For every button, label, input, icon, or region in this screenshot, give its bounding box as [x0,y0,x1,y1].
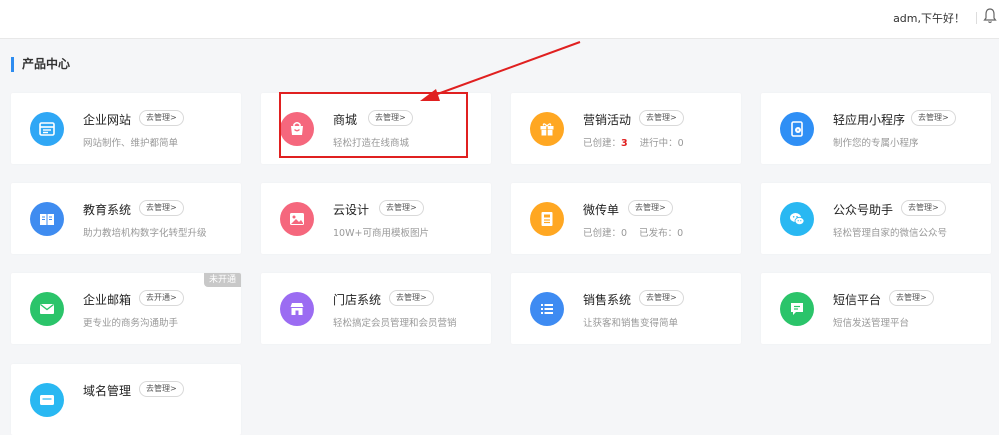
annotation-arrow-shaft [431,41,581,97]
manage-button[interactable]: 去管理> [139,200,184,216]
card-description: 更专业的商务沟通助手 [83,318,179,329]
top-bar: adm,下午好！ [0,0,999,39]
card-title: 轻应用小程序 [833,113,906,127]
not-activated-badge: 未开通 [203,273,241,287]
card-description: 助力教培机构数字化转型升级 [83,228,207,239]
created-count: 0 [621,228,628,239]
domain-icon [30,383,64,417]
card-title: 域名管理 [83,384,132,398]
manage-button[interactable]: 去管理> [911,110,956,126]
product-card-sms-platform[interactable]: 短信平台 去管理> 短信发送管理平台 [761,273,991,344]
card-description: 10W+可商用模板图片 [333,228,429,239]
manage-button[interactable]: 去管理> [639,290,684,306]
manage-button[interactable]: 去管理> [901,200,946,216]
website-icon [30,112,64,146]
card-title: 云设计 [333,203,370,217]
product-card-enterprise-mail[interactable]: 未开通 企业邮箱 去开通> 更专业的商务沟通助手 [11,273,241,344]
activate-button[interactable]: 去开通> [139,290,184,306]
section-title: 产品中心 [11,57,70,72]
in-progress-label: 进行中： [639,138,678,149]
manage-button[interactable]: 去管理> [139,110,184,126]
manage-button[interactable]: 去管理> [379,200,424,216]
product-card-flyer[interactable]: 微传单 去管理> 已创建：0 已发布：0 [511,183,741,254]
activity-stats: 已创建：3 进行中：0 [583,135,684,149]
card-title: 微传单 [583,203,620,217]
card-description: 短信发送管理平台 [833,318,910,329]
flyer-stats: 已创建：0 已发布：0 [583,225,683,239]
shopping-bag-icon [280,112,314,146]
product-card-mini-program[interactable]: 轻应用小程序 去管理> 制作您的专属小程序 [761,93,991,164]
product-card-cloud-design[interactable]: 云设计 去管理> 10W+可商用模板图片 [261,183,491,254]
mini-program-icon [780,112,814,146]
card-title: 教育系统 [83,203,132,217]
manage-button[interactable]: 去管理> [889,290,934,306]
wechat-icon [780,202,814,236]
bell-icon[interactable] [983,8,997,24]
message-icon [780,292,814,326]
user-greeting[interactable]: adm,下午好！ [893,10,965,26]
card-description: 网站制作、维护都简单 [83,138,179,149]
published-label: 已发布： [639,228,678,239]
list-icon [530,292,564,326]
published-count: 0 [677,228,684,239]
store-icon [280,292,314,326]
manage-button[interactable]: 去管理> [639,110,684,126]
manage-button[interactable]: 去管理> [368,110,413,126]
in-progress-count: 0 [677,138,684,149]
product-card-website[interactable]: 企业网站 去管理> 网站制作、维护都简单 [11,93,241,164]
manage-button[interactable]: 去管理> [389,290,434,306]
image-icon [280,202,314,236]
card-title: 商城 [333,113,358,127]
book-icon [30,202,64,236]
card-description: 让获客和销售变得简单 [583,318,679,329]
product-card-official-account[interactable]: 公众号助手 去管理> 轻松管理自家的微信公众号 [761,183,991,254]
created-label: 已创建： [583,228,622,239]
product-card-marketing[interactable]: 营销活动 去管理> 已创建：3 进行中：0 [511,93,741,164]
product-card-education[interactable]: 教育系统 去管理> 助力教培机构数字化转型升级 [11,183,241,254]
card-title: 企业邮箱 [83,293,132,307]
manage-button[interactable]: 去管理> [139,381,184,397]
card-title: 销售系统 [583,293,632,307]
manage-button[interactable]: 去管理> [628,200,673,216]
card-title: 公众号助手 [833,203,894,217]
header-divider [976,12,977,24]
created-label: 已创建： [583,138,622,149]
product-card-mall[interactable]: 商城 去管理> 轻松打造在线商城 [261,93,491,164]
product-card-sales-system[interactable]: 销售系统 去管理> 让获客和销售变得简单 [511,273,741,344]
product-card-store-system[interactable]: 门店系统 去管理> 轻松搞定会员管理和会员营销 [261,273,491,344]
flyer-icon [530,202,564,236]
card-description: 制作您的专属小程序 [833,138,919,149]
gift-icon [530,112,564,146]
card-title: 企业网站 [83,113,132,127]
card-title: 营销活动 [583,113,632,127]
card-title: 短信平台 [833,293,882,307]
mail-icon [30,292,64,326]
card-description: 轻松管理自家的微信公众号 [833,228,948,239]
created-count: 3 [621,138,628,149]
card-title: 门店系统 [333,293,382,307]
card-description: 轻松打造在线商城 [333,138,410,149]
card-description: 轻松搞定会员管理和会员营销 [333,318,457,329]
